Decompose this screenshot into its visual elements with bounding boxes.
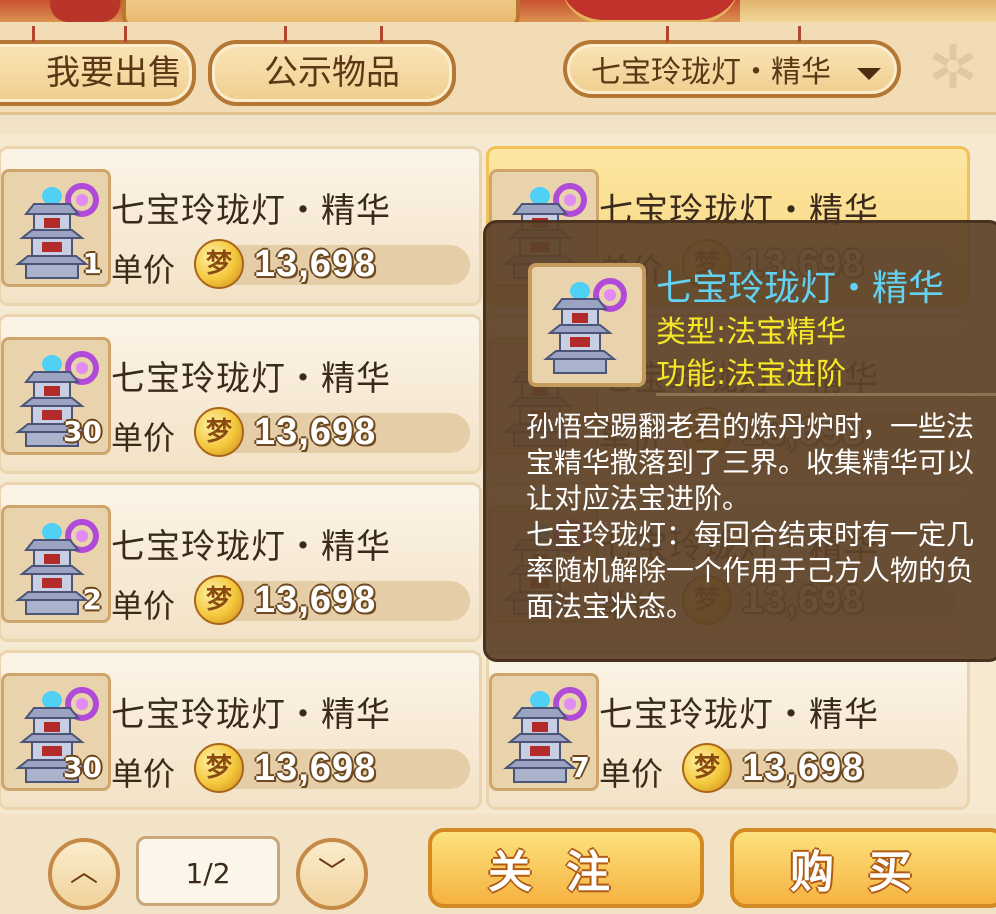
page-up-button[interactable]: ︿ [48,838,120,910]
tab-sell[interactable]: 我要出售 [0,26,196,106]
price-bar: 梦13,698 [194,575,470,625]
filter-selected-label: 七宝玲珑灯・精华 [591,55,831,90]
banner-decoration [560,0,740,24]
coin-icon: 梦 [194,239,244,289]
pagoda-lantern-icon [543,278,627,374]
item-filter-dropdown[interactable]: 七宝玲珑灯・精华 [563,26,901,98]
price-label: 单价 [111,587,176,625]
item-card[interactable]: 2 七宝玲珑灯・精华 单价梦 13,698 [0,482,482,642]
item-quantity: 2 [82,583,102,616]
item-icon-frame: 30 [1,673,111,791]
page-down-button[interactable]: ﹀ [296,838,368,910]
chevron-down-icon: ﹀ [317,855,346,888]
item-name: 七宝玲珑灯・精华 [111,695,391,735]
tooltip-item-icon [528,263,646,387]
price-label: 单价 [599,755,664,793]
chevron-down-icon [857,68,881,80]
item-card[interactable]: 30 七宝玲珑灯・精华 单价梦 13,698 [0,650,482,810]
price-bar: 梦13,698 [194,743,470,793]
tooltip-divider [656,393,996,396]
corner-decoration-icon: ✲ [927,33,979,103]
price-value: 13,698 [742,747,865,789]
item-card[interactable]: 7 七宝玲珑灯・精华 单价梦 13,698 [486,650,970,810]
item-quantity: 7 [570,751,590,784]
item-icon-frame: 30 [1,337,111,455]
chevron-up-icon: ︿ [69,855,98,888]
coin-icon: 梦 [194,743,244,793]
item-quantity: 30 [63,415,102,448]
item-name: 七宝玲珑灯・精华 [111,359,391,399]
price-value: 13,698 [254,747,377,789]
price-bar: 梦13,698 [194,239,470,289]
item-card[interactable]: 30 七宝玲珑灯・精华 单价梦 13,698 [0,314,482,474]
item-name: 七宝玲珑灯・精华 [111,191,391,231]
item-icon-frame: 2 [1,505,111,623]
item-card[interactable]: 1 七宝玲珑灯・精华 单价梦 13,698 [0,146,482,306]
coin-icon: 梦 [682,743,732,793]
item-tooltip: 七宝玲珑灯・精华 类型:法宝精华 功能:法宝进阶 孙悟空踢翻老君的炼丹炉时，一些… [483,220,996,662]
banner-decoration [740,0,996,22]
price-bar: 梦13,698 [194,407,470,457]
item-quantity: 1 [82,247,102,280]
buy-button[interactable]: 购买 [730,828,996,908]
price-value: 13,698 [254,243,377,285]
coin-icon: 梦 [194,407,244,457]
coin-icon: 梦 [194,575,244,625]
item-name: 七宝玲珑灯・精华 [111,527,391,567]
tooltip-item-name: 七宝玲珑灯・精华 [656,268,945,309]
tooltip-description: 孙悟空踢翻老君的炼丹炉时，一些法宝精华撒落到了三界。收集精华可以让对应法宝进阶。… [526,410,975,623]
banner-decoration [50,0,120,22]
price-value: 13,698 [254,411,377,453]
tooltip-item-function: 功能:法宝进阶 [656,357,847,392]
follow-button[interactable]: 关注 [428,828,704,908]
price-value: 13,698 [254,579,377,621]
item-icon-frame: 7 [489,673,599,791]
item-icon-frame: 1 [1,169,111,287]
price-label: 单价 [111,251,176,289]
tooltip-item-type: 类型:法宝精华 [656,315,847,350]
price-bar: 梦13,698 [682,743,958,793]
item-quantity: 30 [63,751,102,784]
item-name: 七宝玲珑灯・精华 [599,695,879,735]
price-label: 单价 [111,755,176,793]
price-label: 单价 [111,419,176,457]
tab-public-items[interactable]: 公示物品 [208,26,456,106]
page-indicator: 1/2 [136,836,280,906]
